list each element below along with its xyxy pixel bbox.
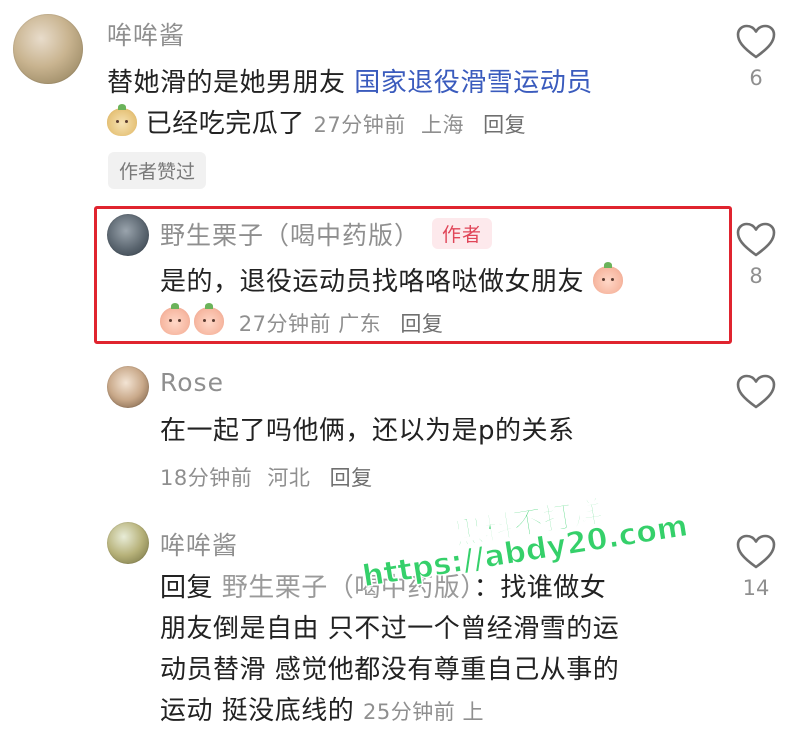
comment-username[interactable]: 哞哞酱 xyxy=(107,16,185,52)
reply-button[interactable]: 回复 xyxy=(400,312,443,336)
comment-meta-line: 27分钟前 广东 回复 xyxy=(160,303,443,344)
comment-text-plain: 替她滑的是她男朋友 xyxy=(107,68,355,98)
comment-meta: 18分钟前 河北 回复 xyxy=(160,462,373,492)
avatar[interactable] xyxy=(107,214,149,256)
comment-username[interactable]: Rose xyxy=(160,368,224,397)
reply-button[interactable]: 回复 xyxy=(330,466,373,490)
comment-time: 27分钟前 xyxy=(238,312,331,336)
comment-text-tail: ：找谁做女 xyxy=(473,573,607,603)
comment-location: 河北 xyxy=(267,466,311,490)
peach-emoji-icon xyxy=(194,303,224,335)
like-count: 14 xyxy=(742,576,770,600)
comment-4: 哞哞酱 回复 野生栗子（喝中药版）：找谁做女 朋友倒是自由 只不过一个曾经滑雪的… xyxy=(0,510,800,746)
avatar[interactable] xyxy=(107,366,149,408)
like-count: 6 xyxy=(749,66,763,90)
comment-time: 25分钟前 xyxy=(363,700,456,724)
comment-text-line2-content: 已经吃完瓜了 xyxy=(145,109,305,139)
heart-icon[interactable] xyxy=(736,24,776,60)
comment-time: 27分钟前 xyxy=(313,113,406,137)
comment-text-line2: 朋友倒是自由 只不过一个曾经滑雪的运 xyxy=(160,614,620,644)
reply-prefix: 回复 xyxy=(160,573,222,603)
reply-button[interactable]: 回复 xyxy=(483,113,526,137)
comment-text: 替她滑的是她男朋友 国家退役滑雪运动员 xyxy=(107,63,593,103)
comment-username-text[interactable]: 野生栗子（喝中药版） xyxy=(160,221,420,250)
comment-text: 是的，退役运动员找咯咯哒做女朋友 xyxy=(160,262,623,302)
author-tag: 作者 xyxy=(432,218,493,249)
comment-location: 上 xyxy=(462,700,484,724)
author-liked-chip: 作者赞过 xyxy=(108,152,207,189)
comment-username[interactable]: 野生栗子（喝中药版） 作者 xyxy=(160,216,493,252)
like-count: 8 xyxy=(749,264,763,288)
comment-text: 在一起了吗他俩，还以为是p的关系 xyxy=(160,416,575,446)
comment-1: 哞哞酱 替她滑的是她男朋友 国家退役滑雪运动员 已经吃完瓜了 27分钟前 上海 … xyxy=(0,0,800,190)
heart-icon[interactable] xyxy=(736,222,776,258)
comment-text-line4: 运动 挺没底线的 25分钟前 上 xyxy=(160,691,484,732)
peach-emoji-icon xyxy=(592,262,623,294)
comment-text-line4-content: 运动 挺没底线的 xyxy=(160,696,355,726)
comment-text-line2: 已经吃完瓜了 27分钟前 上海 回复 xyxy=(107,104,526,145)
comment-2: 野生栗子（喝中药版） 作者 是的，退役运动员找咯咯哒做女朋友 27分钟前 广东 回… xyxy=(0,200,800,350)
comment-text-content: 是的，退役运动员找咯咯哒做女朋友 xyxy=(160,267,585,297)
comment-3: Rose 在一起了吗他俩，还以为是p的关系 18分钟前 河北 回复 xyxy=(0,356,800,496)
peach-emoji-icon xyxy=(160,303,190,335)
like-button[interactable] xyxy=(726,374,786,416)
comment-location: 上海 xyxy=(420,113,464,137)
like-button[interactable]: 14 xyxy=(726,534,786,600)
avatar[interactable] xyxy=(107,522,149,564)
comment-text-line3: 动员替滑 感觉他都没有尊重自己从事的 xyxy=(160,655,620,685)
heart-icon[interactable] xyxy=(736,374,776,410)
comment-location: 广东 xyxy=(338,312,382,336)
avatar[interactable] xyxy=(13,14,83,84)
comment-username[interactable]: 哞哞酱 xyxy=(160,526,238,562)
comment-time: 18分钟前 xyxy=(160,466,253,490)
comment-link[interactable]: 国家退役滑雪运动员 xyxy=(354,68,593,98)
like-button[interactable]: 6 xyxy=(726,24,786,90)
like-button[interactable]: 8 xyxy=(726,222,786,288)
melon-emoji-icon xyxy=(107,104,137,136)
heart-icon[interactable] xyxy=(736,534,776,570)
